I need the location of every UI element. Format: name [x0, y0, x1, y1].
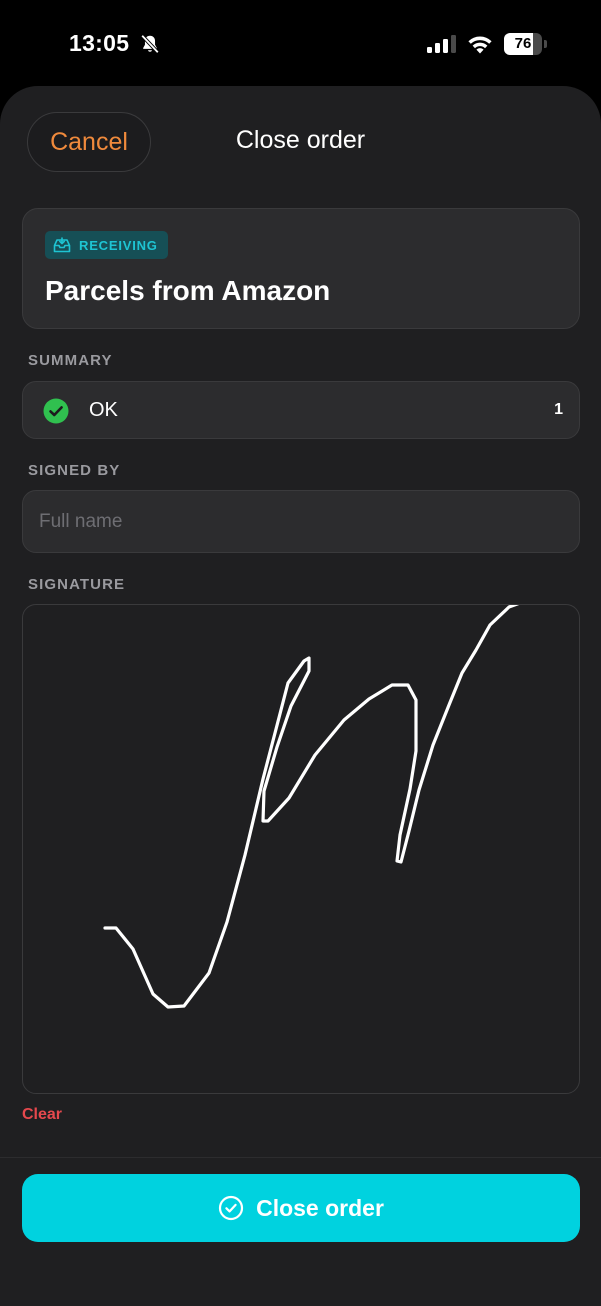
battery-level: 76: [514, 35, 532, 52]
order-card: RECEIVING Parcels from Amazon: [22, 208, 580, 329]
summary-row: OK 1: [22, 381, 580, 439]
order-title: Parcels from Amazon: [45, 275, 331, 306]
signed-by-section-label: SIGNED BY: [28, 462, 121, 479]
wifi-icon: [468, 36, 492, 54]
summary-count: 1: [554, 401, 563, 418]
status-time: 13:05: [69, 30, 130, 56]
signature-section-label: SIGNATURE: [28, 576, 126, 593]
summary-section-label: SUMMARY: [28, 352, 113, 369]
check-circle-icon: [43, 398, 69, 424]
full-name-input[interactable]: [22, 490, 580, 553]
close-order-button[interactable]: Close order: [22, 1174, 580, 1242]
bell-slash-icon: [140, 34, 160, 54]
battery-icon: 76: [504, 33, 548, 55]
inbox-icon: [53, 237, 71, 253]
summary-status-label: OK: [89, 399, 118, 421]
signature-pad[interactable]: [22, 604, 580, 1094]
sheet-title: Close order: [235, 126, 366, 154]
signature-drawing: [103, 605, 520, 1009]
status-bar: 13:05 76: [0, 0, 601, 88]
order-type-badge: RECEIVING: [45, 231, 168, 259]
order-type-label: RECEIVING: [79, 237, 158, 253]
check-circle-outline-icon: [218, 1195, 244, 1221]
footer-divider: [0, 1157, 601, 1158]
signal-icon: [427, 35, 456, 53]
clear-signature-button[interactable]: Clear: [22, 1106, 62, 1124]
close-order-label: Close order: [256, 1194, 384, 1221]
close-order-sheet: Cancel Close order RECEIVING Parcels fro…: [0, 86, 601, 1306]
